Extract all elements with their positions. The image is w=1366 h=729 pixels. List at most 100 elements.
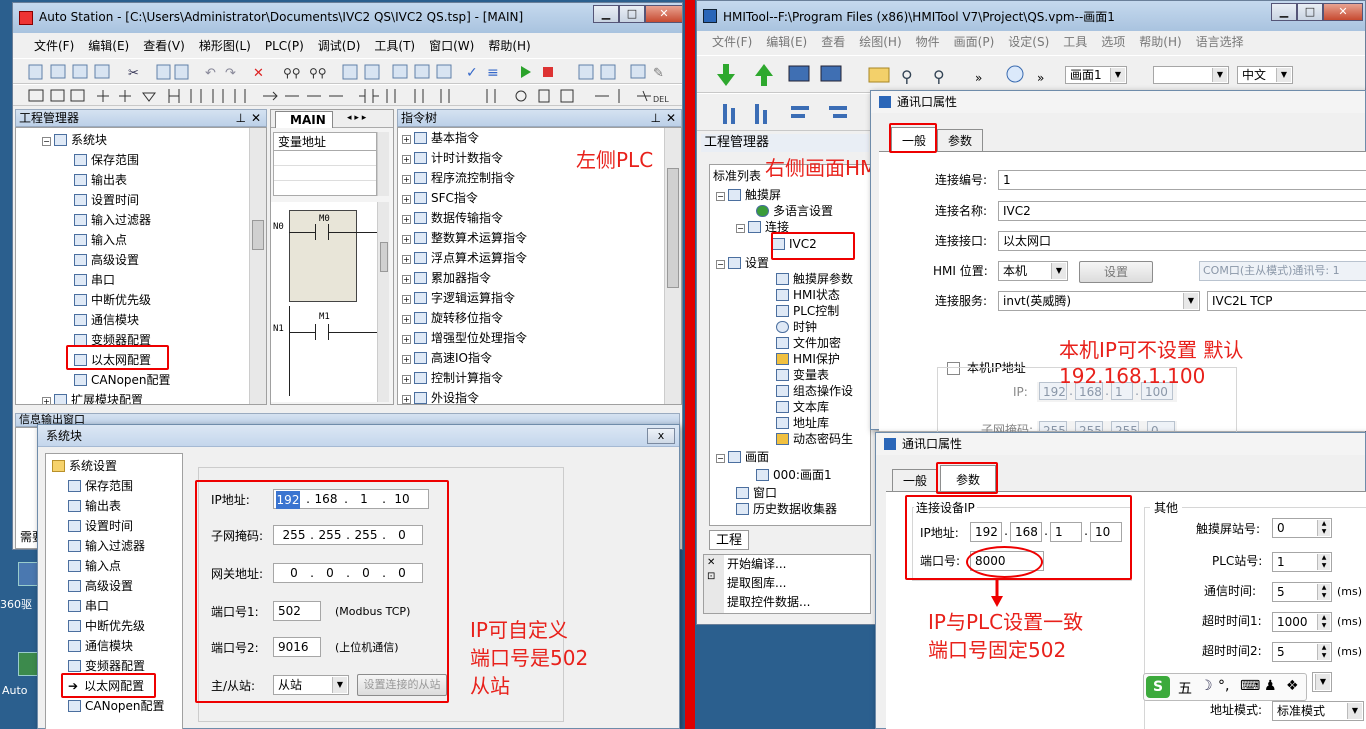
tree-item[interactable]: 输入点 xyxy=(68,556,121,576)
timeout2-field[interactable]: 5 ▲ ▼ xyxy=(1272,642,1332,662)
output-close-icon[interactable]: ✕ xyxy=(707,557,715,568)
ladder-toolbar-icons[interactable]: DEL xyxy=(13,85,683,107)
minimize-button[interactable]: ▁ xyxy=(1271,3,1297,21)
tab-general[interactable]: 一般 xyxy=(892,469,938,491)
tree-item[interactable]: 通信模块 xyxy=(68,636,133,656)
menu-edit[interactable]: 编辑(E) xyxy=(759,32,814,52)
instr-item[interactable]: + 字逻辑运算指令 xyxy=(402,288,515,308)
instr-item[interactable]: + 旋转移位指令 xyxy=(402,308,503,328)
maximize-button[interactable]: □ xyxy=(619,5,645,23)
instr-item[interactable]: + 整数算术运算指令 xyxy=(402,228,527,248)
tree-item[interactable]: 输入点 xyxy=(74,230,127,250)
tree-item[interactable]: 输出表 xyxy=(68,496,121,516)
close-button[interactable]: ✕ xyxy=(1323,3,1363,21)
tab-nav-arrows[interactable]: ◂ ▸ ▸ xyxy=(347,113,366,123)
spinner-icon[interactable]: ▲ ▼ xyxy=(1317,614,1330,630)
instr-item[interactable]: + 增强型位处理指令 xyxy=(402,328,527,348)
menu-edit[interactable]: 编辑(E) xyxy=(81,36,136,56)
tree-item[interactable]: 输出表 xyxy=(74,170,127,190)
main-tab[interactable]: MAIN xyxy=(275,111,333,128)
screen-combo[interactable]: 画面1 ▼ xyxy=(1065,66,1127,84)
instr-item[interactable]: + 控制计算指令 xyxy=(402,368,503,388)
spinner-icon[interactable]: ▲ ▼ xyxy=(1317,584,1330,600)
tree-item[interactable]: 组态操作设 xyxy=(776,383,853,399)
tree-item[interactable]: 保存范围 xyxy=(74,150,139,170)
var-scrollbar[interactable] xyxy=(377,132,389,196)
tree-item[interactable]: HMI保护 xyxy=(776,351,840,367)
menu-tools[interactable]: 工具 xyxy=(1056,32,1094,52)
tree-item[interactable]: 文本库 xyxy=(776,399,829,415)
tree-item[interactable]: 000:画面1 xyxy=(756,467,832,483)
menu-plc[interactable]: PLC(P) xyxy=(258,36,311,56)
tree-item[interactable]: 高级设置 xyxy=(74,250,139,270)
pin-icon[interactable]: ⊥ xyxy=(651,110,661,126)
tree-item[interactable]: 通信模块 xyxy=(74,310,139,330)
blank-combo[interactable]: ▼ xyxy=(1153,66,1229,84)
menu-file[interactable]: 文件(F) xyxy=(705,32,759,52)
language-combo[interactable]: 中文 ▼ xyxy=(1237,66,1293,84)
instr-scrollbar[interactable] xyxy=(664,128,681,404)
timeout1-field[interactable]: 1000 ▲ ▼ xyxy=(1272,612,1332,632)
menu-help[interactable]: 帮助(H) xyxy=(481,36,537,56)
menu-screen[interactable]: 画面(P) xyxy=(947,32,1002,52)
menu-object[interactable]: 物件 xyxy=(909,32,947,52)
instr-item[interactable]: + SFC指令 xyxy=(402,188,478,208)
hmi-station-field[interactable]: 0 ▲ ▼ xyxy=(1272,518,1332,538)
tree-item[interactable]: HMI状态 xyxy=(776,287,840,303)
tree-item[interactable]: 文件加密 xyxy=(776,335,841,351)
close-button[interactable]: ✕ xyxy=(645,5,682,23)
menu-view[interactable]: 查看 xyxy=(814,32,852,52)
std-list-tab[interactable]: 标准列表 xyxy=(713,167,761,184)
conn-name-field[interactable]: IVC2 xyxy=(998,201,1366,221)
service-select[interactable]: invt(英威腾) ▼ xyxy=(998,291,1200,311)
dialog-close-button[interactable]: x xyxy=(647,428,675,444)
menu-file[interactable]: 文件(F) xyxy=(27,36,81,56)
service-model-field[interactable]: IVC2L TCP xyxy=(1207,291,1366,311)
instr-item[interactable]: + 基本指令 xyxy=(402,128,479,148)
output-pin-icon[interactable]: ⊡ xyxy=(707,571,715,582)
minimize-button[interactable]: ▁ xyxy=(593,5,619,23)
hmi-pos-select[interactable]: 本机 ▼ xyxy=(998,261,1068,281)
tab-params[interactable]: 参数 xyxy=(937,129,983,151)
panel-close-icon[interactable]: ✕ xyxy=(251,110,261,126)
addr-mode-select[interactable]: 标准模式 ▼ xyxy=(1272,701,1364,721)
comm-time-field[interactable]: 5 ▲ ▼ xyxy=(1272,582,1332,602)
tree-item[interactable]: 输入过滤器 xyxy=(74,210,151,230)
menu-tools[interactable]: 工具(T) xyxy=(367,36,422,56)
tree-settings[interactable]: − 设置 xyxy=(716,255,769,271)
tree-item-system-block[interactable]: − 系统块 xyxy=(42,130,107,150)
hidden-select[interactable]: ▼ xyxy=(1312,672,1332,692)
menu-help[interactable]: 帮助(H) xyxy=(1132,32,1188,52)
tree-item[interactable]: 变量表 xyxy=(776,367,829,383)
tree-item[interactable]: 多语言设置 xyxy=(756,203,833,219)
tree-item-expansion[interactable]: + 扩展模块配置 xyxy=(42,390,143,404)
instr-item[interactable]: + 数据传输指令 xyxy=(402,208,503,228)
menu-options[interactable]: 选项 xyxy=(1094,32,1132,52)
maximize-button[interactable]: □ xyxy=(1297,3,1323,21)
conn-port-field[interactable]: 以太网口 xyxy=(998,231,1366,251)
tree-item[interactable]: 中断优先级 xyxy=(74,290,151,310)
ime-toolbar[interactable]: S 五 ☽ °, ⌨ ♟ ❖ xyxy=(1143,673,1307,701)
tree-item[interactable]: 窗口 xyxy=(736,485,777,501)
tree-item[interactable]: 地址库 xyxy=(776,415,829,431)
project-tree-scrollbar[interactable] xyxy=(249,128,266,404)
plc-station-field[interactable]: 1 ▲ ▼ xyxy=(1272,552,1332,572)
panel-close-icon[interactable]: ✕ xyxy=(666,110,676,126)
tree-root-system-settings[interactable]: 系统设置 xyxy=(52,456,117,476)
menu-view[interactable]: 查看(V) xyxy=(136,36,192,56)
tree-item[interactable]: CANopen配置 xyxy=(68,696,165,716)
hmi-settings-button[interactable]: 设置 xyxy=(1079,261,1153,283)
menu-ladder[interactable]: 梯形图(L) xyxy=(192,36,258,56)
pin-icon[interactable]: ⊥ xyxy=(236,110,246,126)
menu-draw[interactable]: 绘图(H) xyxy=(852,32,908,52)
instr-item[interactable]: + 外设指令 xyxy=(402,388,479,404)
tree-item[interactable]: 设置时间 xyxy=(68,516,133,536)
tree-item[interactable]: 设置时间 xyxy=(74,190,139,210)
menu-language[interactable]: 语言选择 xyxy=(1189,32,1251,52)
instr-item[interactable]: + 高速IO指令 xyxy=(402,348,492,368)
menu-window[interactable]: 窗口(W) xyxy=(422,36,481,56)
tree-item[interactable]: 高级设置 xyxy=(68,576,133,596)
instr-item[interactable]: + 计时计数指令 xyxy=(402,148,503,168)
tree-item[interactable]: CANopen配置 xyxy=(74,370,171,390)
tree-item[interactable]: 输入过滤器 xyxy=(68,536,145,556)
